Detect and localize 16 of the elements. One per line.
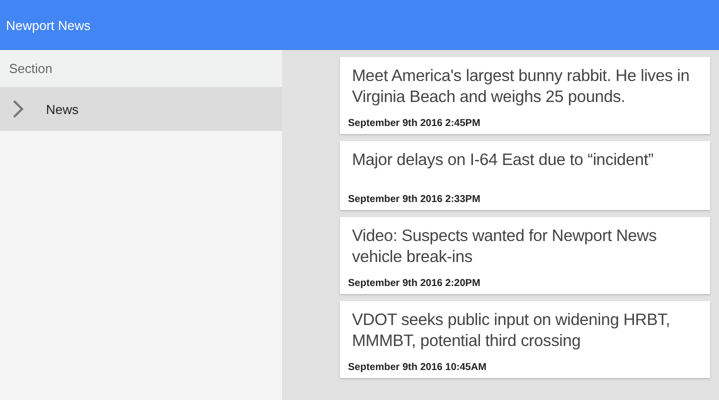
article-card[interactable]: Video: Suspects wanted for Newport News vehicle break-ins September 9th 2016 2:20PM [340,217,710,294]
article-title: Major delays on I-64 East due to “incident” [352,150,654,171]
chevron-right-icon [12,99,24,119]
article-card[interactable]: Meet America's largest bunny rabbit. He lives in Virginia Beach and weighs 25 pounds. September 9th 2016 2:45PM [340,57,710,134]
sidebar-item[interactable]: News [0,87,282,131]
article-date: September 9th 2016 10:45AM [348,362,488,373]
app-title: Newport News [6,18,91,32]
article-title: Video: Suspects wanted for Newport News vehicle break-ins [352,226,658,268]
section-header: Section [0,50,282,87]
article-card[interactable]: Major delays on I-64 East due to “incident” September 9th 2016 2:33PM [340,141,710,210]
article-date: September 9th 2016 2:20PM [348,278,482,289]
article-date: September 9th 2016 2:33PM [348,194,482,205]
article-title: Meet America's largest bunny rabbit. He lives in Virginia Beach and weighs 25 pounds. [352,66,690,108]
article-title: VDOT seeks public input on widening HRBT, MMMBT, potential third crossing [352,310,671,352]
article-card[interactable]: VDOT seeks public input on widening HRBT, MMMBT, potential third crossing September 9th 2016 10:45AM [340,301,710,378]
article-date: September 9th 2016 2:45PM [348,118,482,129]
